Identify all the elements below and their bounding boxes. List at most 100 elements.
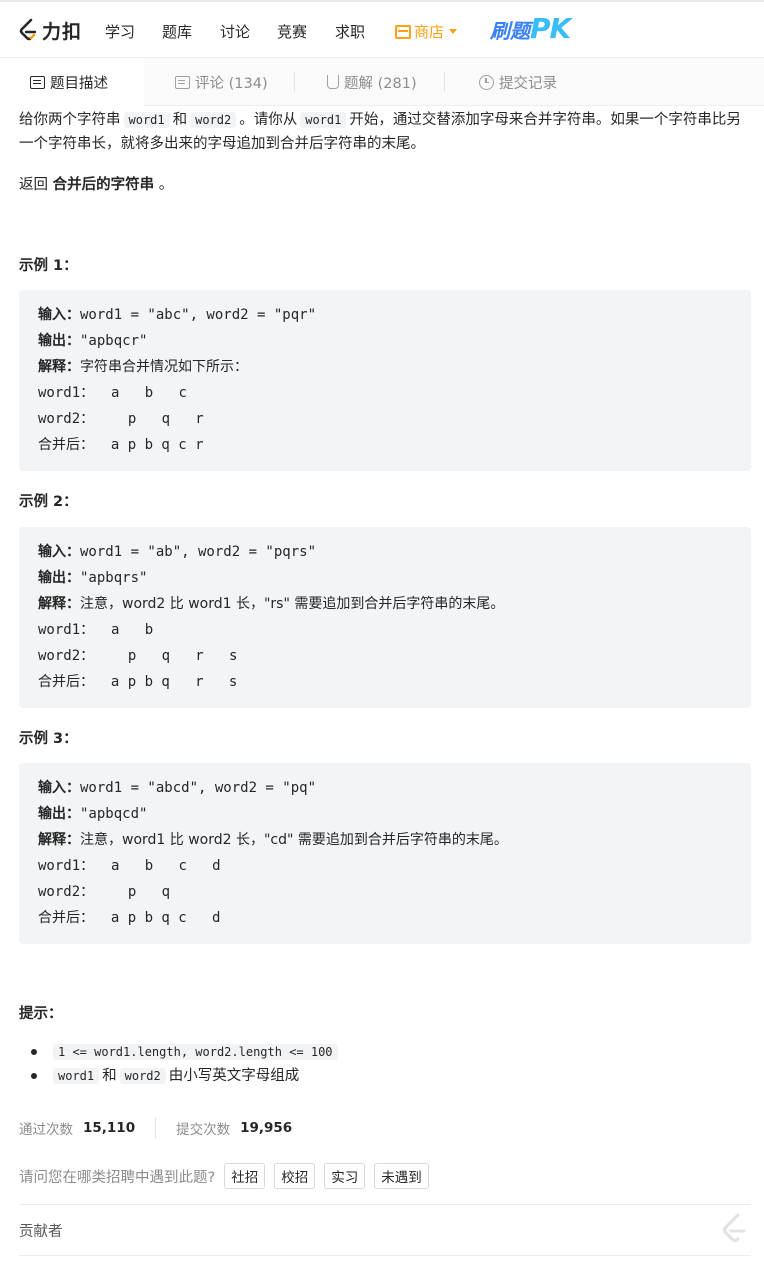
example-value: word1 = "ab", word2 = "pqrs": [80, 544, 317, 560]
example-row-value: p q r s: [94, 648, 238, 664]
example-explanation: 解释：注意，word1 比 word2 长，"cd" 需要追加到合并后字符串的末…: [38, 827, 732, 853]
example-row-label: word1：: [38, 858, 95, 874]
example-row-label: 合并后：: [38, 910, 94, 926]
tab-comments[interactable]: 评论 (134): [175, 58, 268, 106]
example-2-block: 输入：word1 = "ab", word2 = "pqrs" 输出："apbq…: [19, 527, 751, 708]
example-output: 输出："apbqcr": [38, 328, 732, 354]
inline-code: word2: [190, 112, 237, 128]
nav-discuss[interactable]: 讨论: [220, 21, 250, 42]
example-value: "apbqcd": [80, 806, 148, 822]
leetcode-logo[interactable]: 力扣: [18, 16, 82, 44]
example-row: word1： a b c d: [38, 853, 732, 879]
example-value: "apbqcr": [80, 333, 148, 349]
submitted-count: 19,956: [240, 1120, 293, 1136]
statement-text: 返回: [19, 177, 48, 193]
contributors-label[interactable]: 贡献者: [19, 1220, 63, 1241]
recruit-question: 请问您在哪类招聘中遇到此题?: [19, 1169, 216, 1186]
example-row-value: a p b q c r: [94, 437, 204, 453]
recruit-survey: 请问您在哪类招聘中遇到此题? 社招 校招 实习 未遇到: [19, 1163, 429, 1189]
hint-text: 由小写英文字母组成: [168, 1068, 300, 1084]
accepted-count: 15,110: [83, 1120, 136, 1136]
example-row-label: word2：: [38, 648, 95, 664]
example-row: 合并后： a p b q c r: [38, 432, 732, 458]
example-input: 输入：word1 = "abcd", word2 = "pq": [38, 775, 732, 801]
example-row-label: 合并后：: [38, 674, 94, 690]
example-explanation: 解释：注意，word2 比 word1 长，"rs" 需要追加到合并后字符串的末…: [38, 591, 732, 617]
promo-pk-en: PK: [530, 12, 571, 45]
inline-code: word1: [123, 112, 170, 128]
leetcode-watermark-icon: [722, 1213, 746, 1243]
example-output: 输出："apbqcd": [38, 801, 732, 827]
hint-item: word1 和 word2 由小写英文字母组成: [0, 1064, 341, 1088]
statement-text: 给你两个字符串: [19, 112, 121, 128]
example-2-title: 示例 2：: [19, 494, 78, 510]
example-label: 输出：: [38, 570, 80, 586]
hints-title: 提示：: [19, 1006, 63, 1022]
nav-shop-label: 商店: [414, 23, 445, 41]
tab-submissions-label: 提交记录: [499, 75, 557, 92]
tab-description-label: 题目描述: [50, 75, 108, 92]
statement-bold: 合并后的字符串: [52, 177, 155, 193]
tab-description[interactable]: 题目描述: [0, 58, 144, 106]
example-row-label: word1：: [38, 385, 95, 401]
hint-text: 和: [102, 1068, 117, 1084]
shop-icon: [395, 24, 411, 39]
brand-name: 力扣: [42, 20, 83, 43]
example-row-value: a p b q r s: [94, 674, 238, 690]
recruit-option-never[interactable]: 未遇到: [374, 1163, 429, 1189]
inline-code: 1 <= word1.length, word2.length <= 100: [53, 1044, 338, 1060]
example-label: 输入：: [38, 307, 80, 323]
recruit-option-campus[interactable]: 校招: [274, 1163, 316, 1189]
example-row: 合并后： a p b q r s: [38, 669, 732, 695]
promo-pk-banner[interactable]: 刷题 PK: [490, 12, 571, 46]
example-row: word2： p q r: [38, 406, 732, 432]
nav-contest[interactable]: 竞赛: [277, 21, 307, 42]
leetcode-logo-icon: [19, 18, 37, 41]
recruit-option-intern[interactable]: 实习: [324, 1163, 366, 1189]
problem-tabs: 题目描述 评论 (134) 题解 (281) 提交记录: [0, 58, 764, 106]
example-label: 解释：: [38, 832, 80, 848]
example-label: 输出：: [38, 333, 80, 349]
tab-solutions[interactable]: 题解 (281): [327, 58, 417, 106]
example-value: "apbqrs": [80, 570, 148, 586]
clock-icon: [479, 74, 494, 90]
divider: [19, 1255, 751, 1256]
statement-text: 和: [172, 112, 188, 128]
tab-divider: [444, 72, 445, 92]
example-3-title: 示例 3：: [19, 731, 78, 747]
example-row-value: a p b q c d: [94, 910, 221, 926]
document-icon: [30, 75, 45, 89]
accepted-label: 通过次数: [19, 1122, 73, 1138]
example-label: 输入：: [38, 780, 80, 796]
tab-submissions[interactable]: 提交记录: [479, 58, 557, 106]
comment-icon: [175, 75, 190, 89]
example-value: word1 = "abcd", word2 = "pq": [80, 780, 317, 796]
tab-solutions-label: 题解 (281): [344, 75, 417, 92]
example-label: 解释：: [38, 359, 80, 375]
statement-text: 。请你从: [239, 112, 298, 128]
stats-divider: [155, 1117, 157, 1139]
submission-stats: 通过次数 15,110 提交次数 19,956: [19, 1117, 292, 1139]
example-explanation: 解释：字符串合并情况如下所示：: [38, 354, 732, 380]
example-row-label: word2：: [38, 411, 95, 427]
example-row-value: a b c d: [94, 858, 221, 874]
inline-code: word1: [300, 112, 347, 128]
recruit-option-social[interactable]: 社招: [224, 1163, 266, 1189]
example-1-block: 输入：word1 = "abc", word2 = "pqr" 输出："apbq…: [19, 290, 751, 471]
nav-problems[interactable]: 题库: [162, 21, 192, 42]
flask-icon: [327, 75, 339, 89]
inline-code: word1: [53, 1068, 100, 1084]
example-row-label: 合并后：: [38, 437, 94, 453]
promo-pk-cn: 刷题: [490, 19, 530, 43]
tab-comments-label: 评论 (134): [195, 75, 268, 92]
example-3-block: 输入：word1 = "abcd", word2 = "pq" 输出："apbq…: [19, 763, 751, 944]
example-label: 输出：: [38, 806, 80, 822]
example-value: 注意，word1 比 word2 长，"cd" 需要追加到合并后字符串的末尾。: [80, 832, 508, 848]
nav-shop[interactable]: 商店: [395, 21, 458, 42]
nav-jobs[interactable]: 求职: [335, 21, 365, 42]
top-nav: 力扣 学习 题库 讨论 竞赛 求职 商店 刷题 PK: [0, 0, 764, 58]
example-value: word1 = "abc", word2 = "pqr": [80, 307, 317, 323]
example-row: word1： a b c: [38, 380, 732, 406]
nav-learn[interactable]: 学习: [105, 21, 135, 42]
return-statement: 返回 合并后的字符串 。: [19, 173, 173, 197]
